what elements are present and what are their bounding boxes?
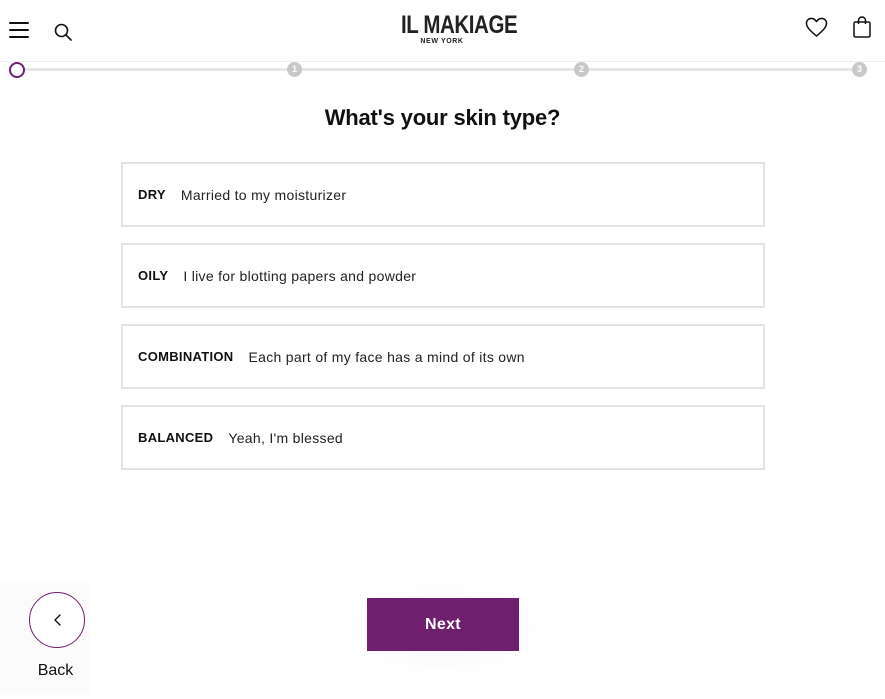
- option-key: OILY: [138, 268, 169, 283]
- question-title: What's your skin type?: [324, 105, 561, 130]
- progress-step-1: 1: [287, 62, 302, 77]
- back-button[interactable]: [29, 592, 85, 648]
- option-description: Yeah, I'm blessed: [228, 429, 344, 446]
- progress-step-3: 3: [852, 62, 867, 77]
- brand-logo[interactable]: IL MAKIAGE NEW YORK: [392, 11, 518, 50]
- search-icon[interactable]: [54, 23, 72, 41]
- option-key: DRY: [138, 187, 166, 202]
- back-area: Back: [0, 583, 90, 695]
- option-combination[interactable]: COMBINATION Each part of my face has a m…: [121, 324, 765, 389]
- shopping-bag-icon[interactable]: [853, 16, 871, 38]
- option-key: BALANCED: [138, 430, 214, 445]
- logo-sub-text: NEW YORK: [420, 38, 464, 45]
- quiz-progress: 1 2 3: [0, 62, 885, 78]
- option-description: Married to my moisturizer: [180, 186, 347, 203]
- option-dry[interactable]: DRY Married to my moisturizer: [121, 162, 765, 227]
- option-balanced[interactable]: BALANCED Yeah, I'm blessed: [121, 405, 765, 470]
- option-description: Each part of my face has a mind of its o…: [248, 348, 525, 365]
- progress-track: [16, 68, 862, 71]
- option-oily[interactable]: OILY I live for blotting papers and powd…: [121, 243, 765, 308]
- option-description: I live for blotting papers and powder: [183, 267, 417, 284]
- next-button[interactable]: Next: [367, 598, 519, 651]
- logo-main-text: IL MAKIAGE: [401, 11, 518, 39]
- menu-icon[interactable]: [9, 22, 29, 38]
- heart-icon[interactable]: [805, 17, 828, 38]
- back-label[interactable]: Back: [0, 662, 111, 680]
- progress-step-2: 2: [574, 62, 589, 77]
- progress-step-current: [9, 62, 25, 78]
- answer-options: DRY Married to my moisturizer OILY I liv…: [121, 162, 765, 486]
- option-key: COMBINATION: [138, 349, 234, 364]
- chevron-left-icon: [54, 614, 61, 626]
- site-header: IL MAKIAGE NEW YORK: [0, 0, 885, 62]
